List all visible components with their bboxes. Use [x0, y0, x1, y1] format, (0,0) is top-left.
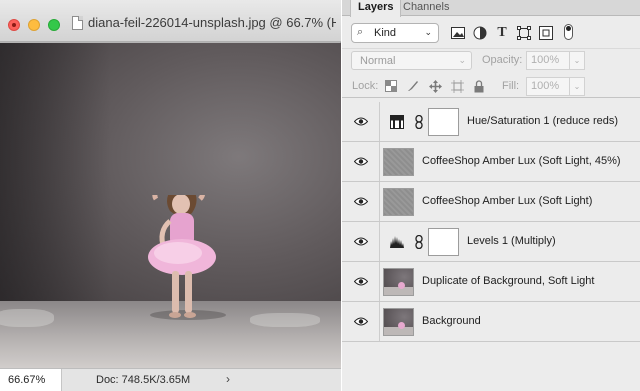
- image-canvas[interactable]: [0, 43, 341, 368]
- chevron-down-icon: ⌄: [458, 55, 466, 65]
- lock-all-icon[interactable]: [472, 79, 486, 93]
- thumbnail-subject: [398, 282, 405, 289]
- document-file-icon: [72, 16, 83, 30]
- hue-saturation-icon: [390, 115, 404, 129]
- thumbnail-subject: [398, 322, 405, 329]
- panel-tabbar: Layers Channels: [342, 0, 640, 17]
- adjustment-layer-filter-icon[interactable]: [472, 25, 488, 41]
- layer-thumbnail[interactable]: [383, 308, 414, 336]
- levels-icon: [390, 236, 404, 248]
- girl-in-tutu-photo: [148, 195, 226, 320]
- layer-row[interactable]: CoffeeShop Amber Lux (Soft Light): [342, 182, 640, 222]
- layer-row[interactable]: Duplicate of Background, Soft Light: [342, 262, 640, 302]
- tab-channels[interactable]: Channels: [396, 0, 456, 16]
- opacity-field[interactable]: 100%: [526, 51, 570, 70]
- status-menu-arrow-icon[interactable]: ›: [226, 372, 230, 386]
- layer-row[interactable]: Background: [342, 302, 640, 342]
- mask-link-icon[interactable]: [414, 235, 424, 249]
- shape-layer-filter-icon[interactable]: [516, 25, 532, 41]
- zoom-level-field[interactable]: 66.67%: [0, 369, 62, 391]
- blend-options-row: Normal ⌄ Opacity: 100% ⌄: [342, 48, 640, 72]
- layer-thumbnail[interactable]: [383, 148, 414, 176]
- chevron-down-icon: ⌄: [424, 27, 432, 37]
- document-title: diana-feil-226014-unsplash.jpg @ 66.7% (…: [88, 15, 336, 30]
- visibility-eye-icon[interactable]: [342, 222, 380, 261]
- filter-kind-select[interactable]: ⌕ Kind ⌄: [351, 23, 439, 43]
- opacity-label: Opacity:: [482, 54, 523, 66]
- layers-panel: Layers Channels ⌕ Kind ⌄ T Normal ⌄ Opac…: [342, 0, 640, 391]
- layer-name: CoffeeShop Amber Lux (Soft Light, 45%): [422, 155, 621, 167]
- layer-mask-thumbnail[interactable]: [428, 108, 459, 136]
- document-window: diana-feil-226014-unsplash.jpg @ 66.7% (…: [0, 0, 341, 391]
- visibility-eye-icon[interactable]: [342, 262, 380, 301]
- pixel-layer-filter-icon[interactable]: [450, 25, 466, 41]
- close-window-button[interactable]: [8, 19, 20, 31]
- canvas-floor-stain: [0, 309, 54, 327]
- layer-thumbnail[interactable]: [383, 188, 414, 216]
- document-statusbar: 66.67% Doc: 748.5K/3.65M ›: [0, 368, 341, 391]
- layers-list: Hue/Saturation 1 (reduce reds) CoffeeSho…: [342, 102, 640, 342]
- minimize-window-button[interactable]: [28, 19, 40, 31]
- canvas-floor-stain: [250, 313, 320, 327]
- tab-layers[interactable]: Layers: [350, 0, 402, 17]
- opacity-slider-button[interactable]: ⌄: [570, 51, 585, 70]
- filter-toggle-switch[interactable]: [564, 24, 573, 40]
- visibility-eye-icon[interactable]: [342, 182, 380, 221]
- photoshop-workspace: diana-feil-226014-unsplash.jpg @ 66.7% (…: [0, 0, 640, 391]
- layer-row[interactable]: Hue/Saturation 1 (reduce reds): [342, 102, 640, 142]
- lock-artboard-icon[interactable]: [450, 79, 464, 93]
- fill-label: Fill:: [502, 80, 520, 92]
- layer-row[interactable]: CoffeeShop Amber Lux (Soft Light, 45%): [342, 142, 640, 182]
- visibility-eye-icon[interactable]: [342, 142, 380, 181]
- layer-name: Hue/Saturation 1 (reduce reds): [467, 115, 619, 127]
- document-titlebar[interactable]: diana-feil-226014-unsplash.jpg @ 66.7% (…: [0, 0, 341, 42]
- lock-position-icon[interactable]: [428, 79, 442, 93]
- fill-slider-button[interactable]: ⌄: [570, 77, 585, 96]
- mask-link-icon[interactable]: [414, 115, 424, 129]
- visibility-eye-icon[interactable]: [342, 302, 380, 341]
- lock-image-pixels-icon[interactable]: [406, 79, 420, 93]
- lock-transparent-pixels-icon[interactable]: [384, 79, 398, 93]
- layer-name: CoffeeShop Amber Lux (Soft Light): [422, 195, 593, 207]
- smart-object-filter-icon[interactable]: [538, 25, 554, 41]
- lock-label: Lock:: [352, 80, 379, 92]
- search-icon: ⌕: [357, 26, 364, 38]
- fill-field[interactable]: 100%: [526, 77, 570, 96]
- blend-mode-value: Normal: [360, 55, 396, 67]
- layer-thumbnail[interactable]: [383, 268, 414, 296]
- visibility-eye-icon[interactable]: [342, 102, 380, 141]
- document-size-info: Doc: 748.5K/3.65M: [96, 374, 191, 386]
- layer-name: Duplicate of Background, Soft Light: [422, 275, 595, 287]
- layer-filter-row: ⌕ Kind ⌄ T: [342, 20, 640, 46]
- type-layer-filter-icon[interactable]: T: [494, 25, 510, 41]
- filter-kind-label: Kind: [374, 27, 397, 39]
- layer-name: Levels 1 (Multiply): [467, 235, 556, 247]
- layer-mask-thumbnail[interactable]: [428, 228, 459, 256]
- maximize-window-button[interactable]: [48, 19, 60, 31]
- layer-row[interactable]: Levels 1 (Multiply): [342, 222, 640, 262]
- blend-mode-select[interactable]: Normal ⌄: [351, 51, 472, 70]
- lock-options-row: Lock: Fill: 100% ⌄: [342, 74, 640, 98]
- layer-name: Background: [422, 315, 481, 327]
